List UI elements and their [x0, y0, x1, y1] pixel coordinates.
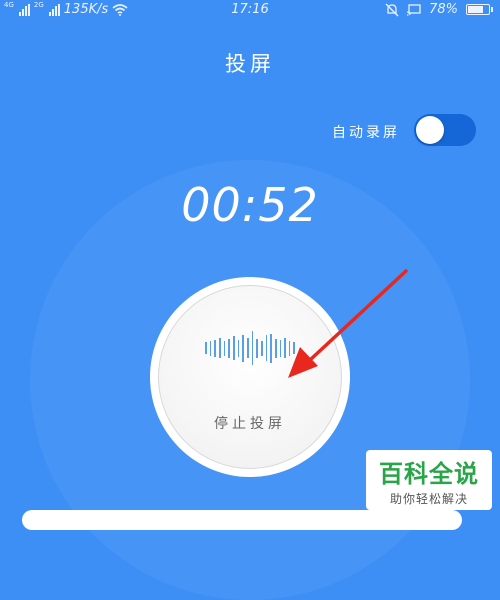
watermark-logo: 百科全说 助你轻松解决	[366, 450, 492, 510]
bottom-action-bar[interactable]	[22, 510, 462, 530]
watermark-title: 百科全说	[379, 460, 479, 488]
annotation-arrow-icon	[288, 269, 408, 378]
watermark-subtitle: 助你轻松解决	[389, 492, 468, 506]
